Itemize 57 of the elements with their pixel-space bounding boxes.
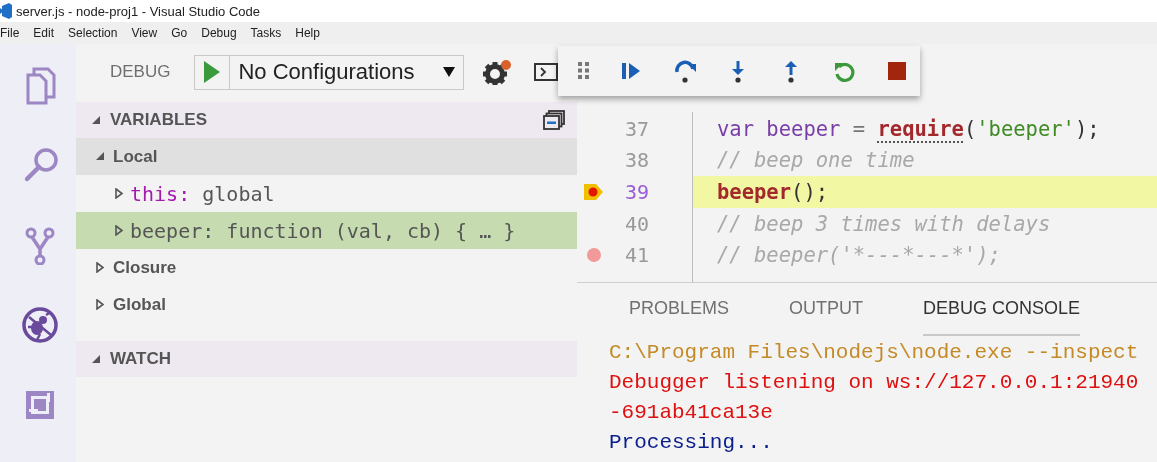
- menu-item[interactable]: Tasks: [250, 26, 282, 40]
- collapsed-triangle-icon[interactable]: [114, 188, 124, 199]
- panel-tab[interactable]: PROBLEMS: [629, 283, 730, 336]
- section-title[interactable]: VARIABLES: [110, 110, 207, 130]
- scope-name: Closure: [113, 257, 177, 278]
- drag-handle-icon[interactable]: [578, 62, 590, 80]
- line-number: 40: [623, 211, 649, 236]
- line-number: 39: [623, 180, 649, 204]
- console-line: C:\Program Files\nodejs\node.exe --inspect: [609, 341, 1139, 364]
- collapsed-triangle-icon[interactable]: [95, 299, 105, 310]
- configuration-name: No Configurations: [238, 59, 415, 85]
- console-line: Debugger listening on ws://127.0.0.1:21940: [609, 371, 1139, 394]
- menu-item[interactable]: File: [0, 26, 20, 40]
- menu-item[interactable]: Edit: [33, 26, 55, 40]
- code-line: // beeper('*---*---*');: [716, 242, 1002, 270]
- app-logo-icon: [0, 3, 12, 19]
- collapse-triangle-icon[interactable]: [91, 354, 101, 364]
- expanded-triangle-icon[interactable]: [95, 151, 105, 162]
- console-line: Processing...: [609, 431, 773, 454]
- code-line: // beep one time: [716, 147, 916, 175]
- console-line: -691ab41ca13e: [609, 401, 773, 424]
- scope-name: Global: [113, 294, 166, 315]
- step-over-icon[interactable]: [674, 59, 696, 83]
- collapsed-triangle-icon[interactable]: [95, 262, 105, 273]
- debug-label: DEBUG: [110, 62, 171, 82]
- variable-row[interactable]: this: global: [76, 175, 577, 212]
- line-number: 37: [623, 116, 649, 141]
- variable-row[interactable]: beeper: function (val, cb) { … }: [76, 212, 577, 249]
- panel-tab[interactable]: DEBUG CONSOLE: [923, 283, 1081, 336]
- section-title[interactable]: WATCH: [110, 349, 172, 369]
- stop-icon[interactable]: [886, 59, 908, 83]
- line-number: 41: [623, 243, 649, 268]
- window-title: server.js - node-proj1 - Visual Studio Code: [16, 3, 260, 19]
- variable-text: this: global: [130, 181, 275, 206]
- line-number: 38: [623, 148, 649, 173]
- menu-item[interactable]: Debug: [201, 26, 237, 40]
- code-line: // beep 3 times with delays: [716, 210, 1052, 238]
- terminal-icon[interactable]: [534, 63, 559, 81]
- menu-item[interactable]: Selection: [68, 26, 118, 40]
- scope-name: Local: [113, 146, 158, 167]
- menu-item[interactable]: Help: [295, 26, 320, 40]
- variable-text: beeper: function (val, cb) { … }: [130, 218, 516, 243]
- scope-row[interactable]: Global: [76, 286, 577, 323]
- code-line: var beeper = require('beeper');: [716, 115, 1101, 143]
- panel-tab[interactable]: OUTPUT: [789, 283, 864, 336]
- collapse-all-icon[interactable]: [543, 110, 565, 130]
- configuration-dropdown[interactable]: No Configurations: [194, 54, 465, 90]
- collapse-triangle-icon[interactable]: [91, 115, 101, 125]
- collapsed-triangle-icon[interactable]: [114, 225, 124, 236]
- menu-item[interactable]: Go: [171, 26, 188, 40]
- menu-item[interactable]: View: [131, 26, 158, 40]
- scope-row[interactable]: Closure: [76, 249, 577, 286]
- settings-button[interactable]: [482, 59, 513, 85]
- no-bug-icon[interactable]: [19, 305, 60, 345]
- scope-row[interactable]: Local: [76, 138, 577, 175]
- caret-icon: [443, 67, 456, 77]
- play-icon: [204, 61, 221, 83]
